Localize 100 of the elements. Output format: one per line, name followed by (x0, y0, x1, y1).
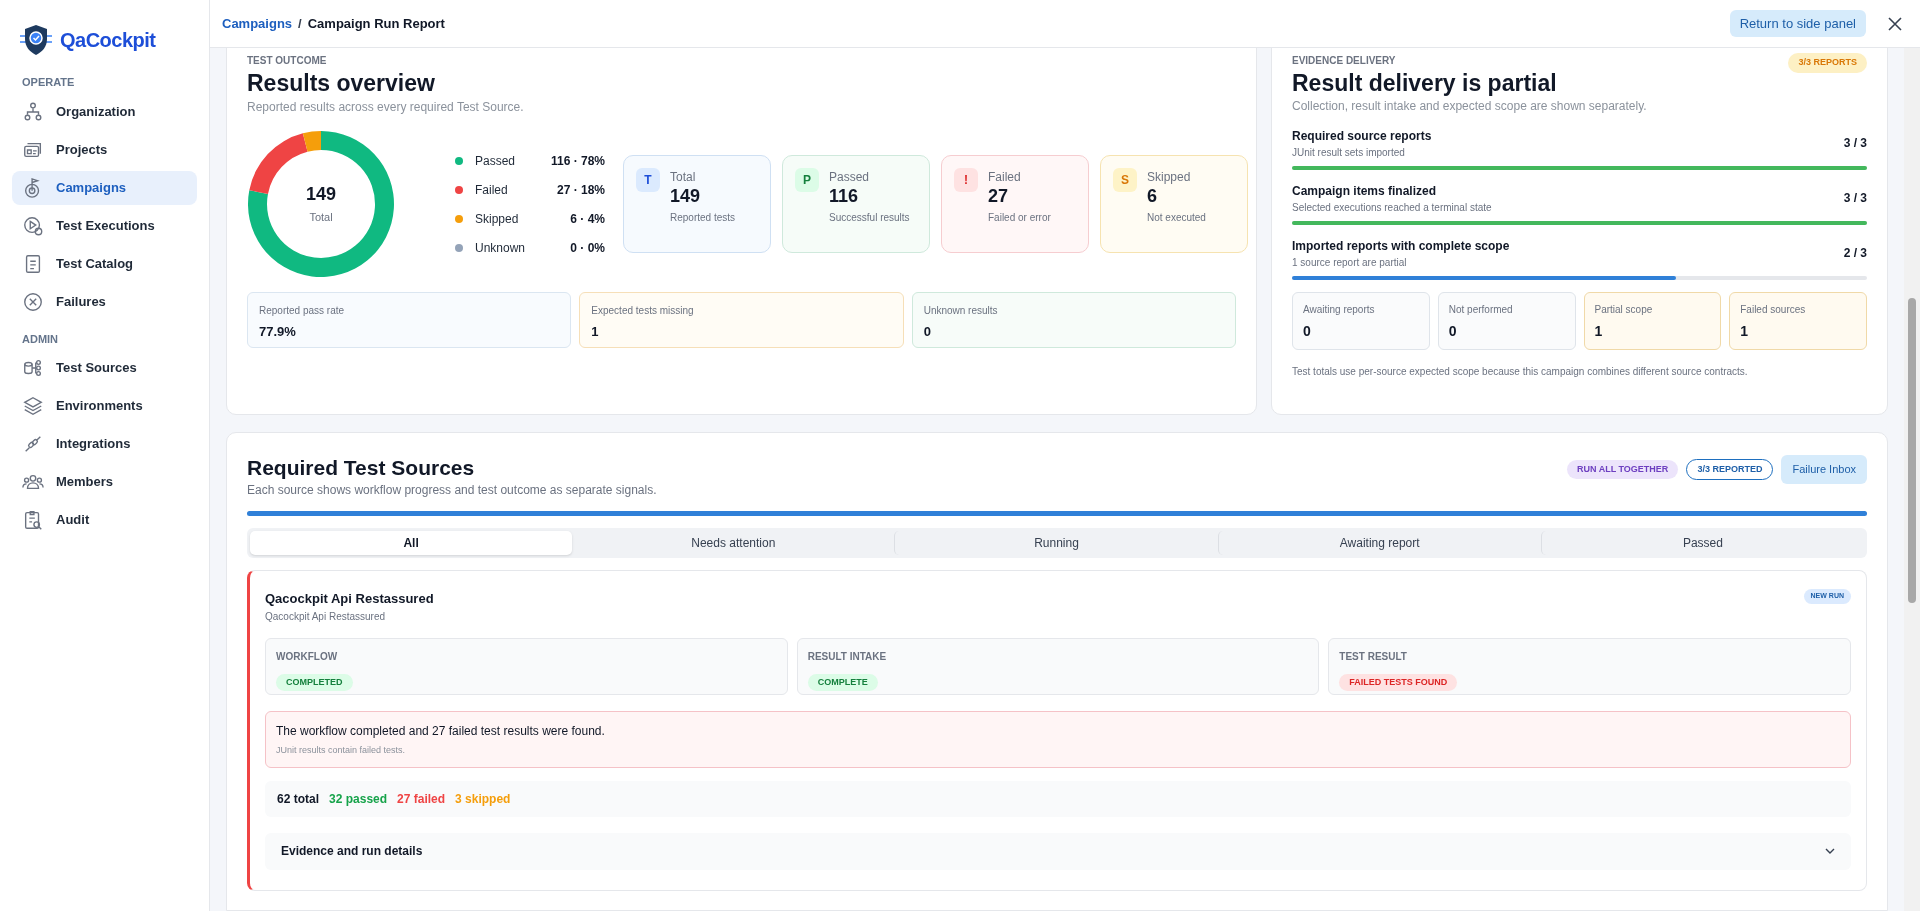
card-title: Results overview (247, 69, 436, 98)
stat-badge: P (795, 168, 819, 192)
section-heading: ADMIN (21, 331, 60, 347)
legend-label: Passed (475, 152, 517, 170)
footnote: Test totals use per-source expected scope because this campaign combines different source contracts. (1292, 364, 1749, 379)
sidebar-item[interactable]: Audit (12, 503, 197, 537)
sidebar-item[interactable]: Organization (12, 94, 197, 129)
sidebar-item[interactable]: Members (12, 465, 197, 499)
counter-label: Partial scope (1594, 302, 1654, 317)
progress-reading: 3 / 3 (1843, 135, 1867, 152)
details-accordion[interactable]: Evidence and run details (265, 832, 1851, 870)
scrollbar[interactable] (1904, 48, 1920, 911)
counter-value: 1 (1594, 321, 1604, 341)
database-branches-icon (22, 357, 44, 379)
counter-value: 0 (1448, 321, 1458, 341)
stat-caption: Failed or error (988, 211, 1051, 225)
legend-label: Failed (475, 181, 509, 199)
legend-value: 0 · 0% (570, 239, 605, 257)
counter-label: Awaiting reports (1303, 302, 1376, 317)
breadcrumb-current: Campaign Run Report (307, 14, 445, 33)
legend-value: 6 · 4% (570, 210, 605, 228)
section-heading: OPERATE (21, 75, 76, 90)
breadcrumb-link[interactable]: Campaigns (222, 13, 293, 34)
stat-label: Total (670, 169, 697, 186)
legend-label: Unknown (475, 239, 527, 257)
org-chart-icon (22, 100, 44, 123)
section-eyebrow: EVIDENCE DELIVERY (1292, 54, 1396, 68)
stat-label: Skipped (1147, 169, 1192, 186)
card-subtitle: Reported results across every required Test Source. (247, 99, 525, 116)
status-pill: COMPLETED (276, 673, 353, 691)
breadcrumb-separator: / (298, 14, 302, 33)
count-text: 32 passed (329, 790, 388, 808)
return-button[interactable]: Return to side panel (1729, 9, 1866, 38)
card-title: Result delivery is partial (1292, 68, 1558, 97)
progress-label: Campaign items finalized (1292, 182, 1438, 200)
stat-value: 27 (988, 186, 1010, 206)
sidebar-item[interactable]: Test Sources (12, 351, 197, 385)
counter-label: Not performed (1448, 302, 1514, 317)
metric-label: Reported pass rate (259, 304, 346, 318)
stat-badge: S (1113, 168, 1137, 192)
progress-label: Required source reports (1292, 127, 1432, 145)
sidebar-item[interactable]: Environments (12, 389, 197, 423)
metric-value: 77.9% (259, 323, 297, 341)
counter-value: 0 (1303, 321, 1312, 341)
donut-total: 149 (305, 182, 336, 205)
legend-value: 116 · 78% (550, 152, 605, 170)
shield-logo-icon (18, 22, 54, 58)
section-eyebrow: TEST OUTCOME (247, 54, 328, 68)
stat-badge: T (636, 168, 660, 192)
source-subtitle: Qacockpit Api Restassured (265, 609, 387, 624)
reports-badge: 3/3 REPORTS (1788, 53, 1867, 73)
source-title: Qacockpit Api Restassured (265, 590, 434, 608)
sidebar-item[interactable]: Test Executions (12, 208, 197, 243)
stat-value: 149 (670, 186, 702, 206)
counter-value: 1 (1740, 321, 1750, 341)
sidebar-item[interactable]: Integrations (12, 427, 197, 461)
progress-reading: 3 / 3 (1843, 190, 1867, 207)
metric-value: 1 (591, 323, 600, 341)
sidebar-item[interactable]: Failures (12, 284, 197, 319)
logo-text: QaCockpit (60, 28, 156, 53)
legend-label: Skipped (475, 210, 520, 228)
status-pill: COMPLETE (807, 673, 878, 691)
progress-caption: JUnit result sets imported (1292, 145, 1406, 160)
stat-caption: Reported tests (670, 211, 736, 225)
layers-icon (22, 395, 44, 417)
sidebar-item[interactable]: Projects (12, 132, 197, 167)
status-pill: FAILED TESTS FOUND (1339, 673, 1458, 691)
tab[interactable]: Passed (1540, 531, 1864, 555)
stat-caption: Not executed (1147, 211, 1206, 225)
card-subtitle: Collection, result intake and expected scope are shown separately. (1292, 97, 1648, 115)
sidebar-item[interactable]: Test Catalog (12, 246, 197, 281)
status-label: RESULT INTAKE (807, 649, 888, 664)
card-title: Required Test Sources (247, 455, 476, 481)
tab[interactable]: Needs attention (572, 531, 895, 555)
metric-value: 0 (923, 323, 932, 341)
tab[interactable]: Awaiting report (1217, 531, 1541, 555)
tab[interactable]: All (250, 531, 573, 555)
alert-detail: JUnit results contain failed tests. (276, 743, 407, 757)
status-label: TEST RESULT (1339, 649, 1408, 664)
clipboard-search-icon (22, 509, 44, 531)
close-icon[interactable] (1888, 16, 1902, 31)
progress-caption: Selected executions reached a terminal state (1292, 200, 1492, 215)
alert-message: The workflow completed and 27 failed test results were found. (276, 722, 606, 740)
count-text: 3 skipped (455, 790, 511, 808)
count-text: 27 failed (397, 790, 446, 808)
tab[interactable]: Running (894, 531, 1218, 555)
card-subtitle: Each source shows workflow progress and test outcome as separate signals. (247, 482, 657, 499)
circle-x-icon (22, 290, 44, 313)
stat-caption: Successful results (829, 211, 910, 225)
metric-label: Unknown results (923, 304, 999, 318)
metric-label: Expected tests missing (591, 304, 695, 318)
status-label: WORKFLOW (276, 649, 339, 664)
legend-value: 27 · 18% (556, 181, 605, 199)
stat-badge: ! (954, 168, 978, 192)
play-check-icon (22, 214, 44, 237)
stat-label: Failed (988, 169, 1022, 186)
progress-label: Imported reports with complete scope (1292, 237, 1510, 255)
sidebar-item[interactable]: Campaigns (12, 170, 197, 205)
donut-label: Total (309, 209, 333, 225)
failure-inbox-button[interactable]: Failure Inbox (1781, 455, 1867, 484)
